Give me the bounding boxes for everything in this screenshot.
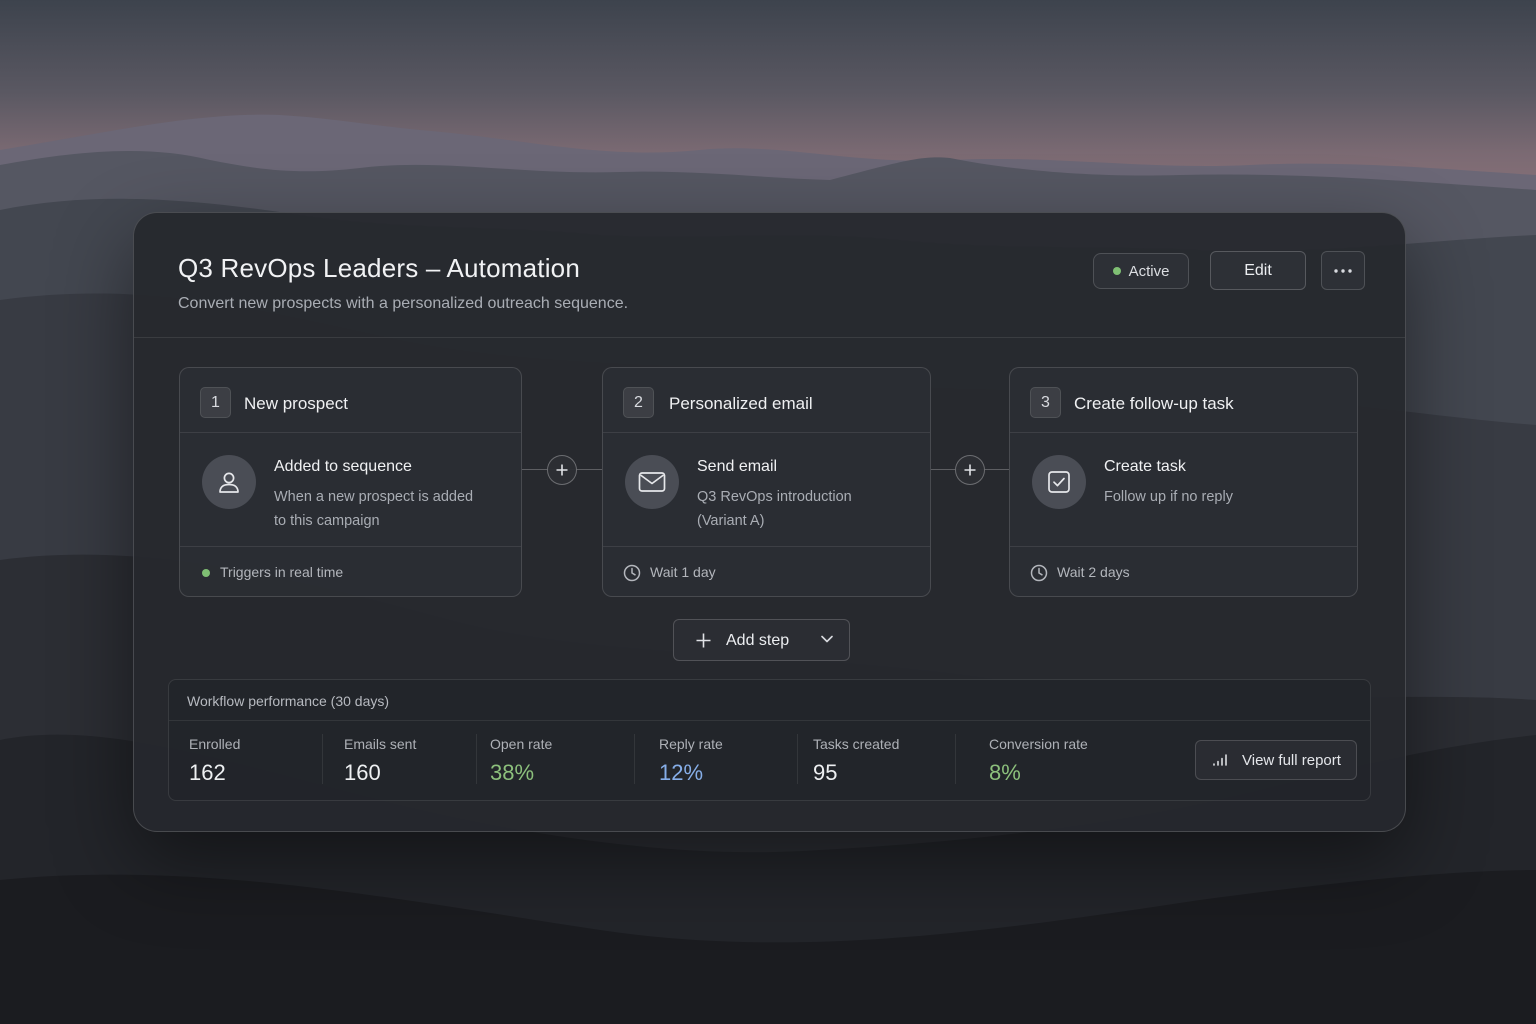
step-description: Follow up if no reply [1104, 489, 1233, 505]
more-options-button[interactable] [1321, 251, 1365, 290]
status-label: Active [1128, 262, 1170, 280]
add-step-button[interactable]: Add step [673, 619, 850, 661]
metric-value: 38% [490, 760, 535, 785]
add-step-label: Add step [726, 632, 790, 649]
step-action: Added to sequence [274, 458, 412, 475]
metric-enrolled: Enrolled 162 [189, 736, 240, 786]
metric-label: Enrolled [189, 736, 241, 752]
metric-divider [322, 734, 323, 784]
metric-value: 162 [189, 760, 226, 785]
user-icon [202, 455, 256, 509]
page-subtitle: Convert new prospects with a personalize… [178, 295, 629, 312]
metric-label: Emails sent [344, 736, 417, 752]
workflow-performance: Workflow performance (30 days) Enrolled … [168, 679, 1371, 801]
clock-icon [1030, 564, 1048, 582]
insert-step-button[interactable] [547, 455, 577, 485]
step-footer: Wait 2 days [1010, 546, 1357, 598]
metric-label: Conversion rate [989, 736, 1088, 752]
step-card-follow-up-task[interactable]: 3 Create follow-up task Create task Foll… [1009, 367, 1358, 597]
metric-open-rate: Open rate 38% [490, 736, 552, 786]
step-footer-text: Triggers in real time [220, 564, 344, 580]
metric-emails-sent: Emails sent 160 [344, 736, 416, 786]
green-dot-icon [202, 569, 210, 577]
step-number: 1 [200, 387, 231, 418]
metric-label: Open rate [490, 736, 553, 752]
step-header: 2 Personalized email [603, 368, 930, 433]
view-full-report-label: View full report [1242, 752, 1341, 769]
plus-icon [556, 464, 568, 476]
step-footer-text: Wait 1 day [650, 564, 716, 580]
metric-tasks-created: Tasks created 95 [813, 736, 899, 786]
edit-button[interactable]: Edit [1210, 251, 1306, 290]
clock-icon [623, 564, 641, 582]
step-action: Create task [1104, 458, 1186, 475]
insert-step-button[interactable] [955, 455, 985, 485]
performance-title: Workflow performance (30 days) [187, 693, 390, 709]
step-header: 1 New prospect [180, 368, 521, 433]
step-title: Personalized email [669, 394, 813, 413]
metric-conversion-rate: Conversion rate 8% [989, 736, 1088, 786]
metric-divider [797, 734, 798, 784]
step-description: Q3 RevOps introduction (Variant A) [697, 489, 852, 529]
metric-value: 8% [989, 760, 1021, 785]
performance-header: Workflow performance (30 days) [169, 680, 1370, 721]
metric-label: Tasks created [813, 736, 900, 752]
chevron-down-icon [821, 635, 833, 643]
step-footer: Triggers in real time [180, 546, 521, 598]
step-card-personalized-email[interactable]: 2 Personalized email Send email Q3 RevOp… [602, 367, 931, 597]
step-header: 3 Create follow-up task [1010, 368, 1357, 433]
step-title: Create follow-up task [1074, 394, 1234, 413]
plus-icon [964, 464, 976, 476]
more-horizontal-icon [1334, 268, 1352, 273]
plus-icon [696, 633, 711, 648]
panel-header: Q3 RevOps Leaders – Automation Convert n… [134, 213, 1405, 338]
metric-reply-rate: Reply rate 12% [659, 736, 723, 786]
metric-value: 160 [344, 760, 381, 785]
status-badge[interactable]: Active [1093, 253, 1189, 289]
metric-divider [634, 734, 635, 784]
step-footer-text: Wait 2 days [1057, 564, 1130, 580]
mail-icon [625, 455, 679, 509]
bar-chart-icon [1213, 754, 1227, 766]
step-card-new-prospect[interactable]: 1 New prospect Added to sequence When a … [179, 367, 522, 597]
status-dot-icon [1112, 267, 1121, 275]
metric-label: Reply rate [659, 736, 723, 752]
metric-value: 12% [659, 760, 704, 785]
automation-panel: Q3 RevOps Leaders – Automation Convert n… [133, 212, 1406, 832]
step-action: Send email [697, 458, 778, 475]
metric-divider [476, 734, 477, 784]
step-number: 3 [1030, 387, 1061, 418]
metric-divider [955, 734, 956, 784]
step-title: New prospect [244, 394, 348, 413]
checkbox-icon [1032, 455, 1086, 509]
step-footer: Wait 1 day [603, 546, 930, 598]
metric-value: 95 [813, 760, 838, 785]
step-description: When a new prospect is added to this cam… [274, 489, 474, 529]
step-number: 2 [623, 387, 654, 418]
page-title: Q3 RevOps Leaders – Automation [178, 253, 581, 283]
view-full-report-button[interactable]: View full report [1195, 740, 1357, 780]
